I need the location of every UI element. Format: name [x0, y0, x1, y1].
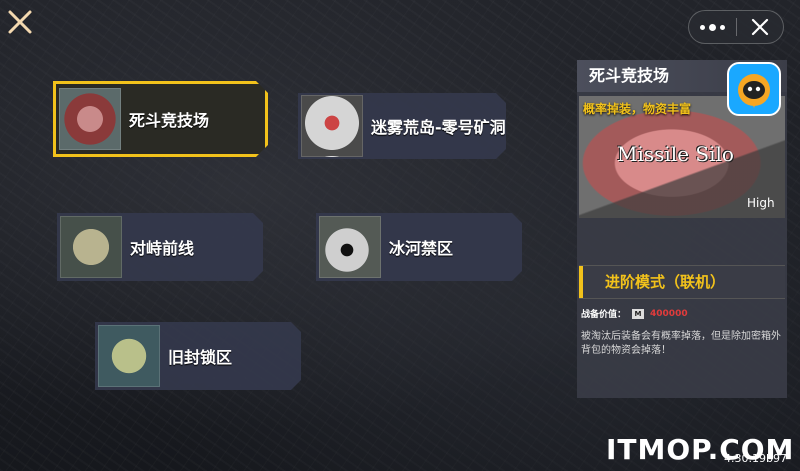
more-button[interactable]	[689, 11, 736, 43]
map-card-old-lockdown[interactable]: 旧封锁区	[95, 322, 301, 390]
map-thumbnail	[59, 88, 121, 150]
map-name: 迷雾荒岛-零号矿洞	[371, 118, 506, 137]
app-logo-icon	[727, 62, 781, 116]
currency-icon: M	[632, 308, 645, 319]
map-name: 冰河禁区	[389, 239, 454, 258]
map-card-foggy-island[interactable]: 迷雾荒岛-零号矿洞	[298, 93, 506, 159]
detail-description: 被淘汰后装备会有概率掉落，但是除加密箱外背包的物资会掉落！	[581, 331, 781, 356]
close-icon[interactable]	[6, 8, 34, 36]
map-card-glacier[interactable]: 冰河禁区	[316, 213, 522, 281]
capsule-close-button[interactable]	[736, 11, 783, 43]
map-thumbnail	[98, 325, 160, 387]
map-thumbnail	[319, 216, 381, 278]
value-label: 战备价值：	[581, 310, 627, 320]
more-icon	[699, 23, 725, 31]
map-name: 死斗竞技场	[129, 111, 210, 130]
capsule-menu	[688, 10, 784, 44]
mode-button[interactable]: 进阶模式（联机）	[579, 265, 785, 299]
map-card-arena[interactable]: 死斗竞技场	[53, 81, 268, 157]
map-name: 旧封锁区	[168, 348, 233, 367]
close-icon	[751, 18, 768, 36]
preview-secondary-label: High	[747, 196, 775, 210]
map-thumbnail	[301, 95, 363, 157]
preview-location-label: Missile Silo	[617, 142, 734, 166]
map-name: 对峙前线	[130, 239, 195, 258]
map-thumbnail	[60, 216, 122, 278]
value-row: 战备价值： M 400000	[581, 307, 688, 320]
map-card-frontline[interactable]: 对峙前线	[57, 213, 263, 281]
detail-subtitle: 概率掉装，物资丰富	[583, 102, 692, 116]
value-amount: 400000	[650, 308, 688, 319]
version-text: 4.30.19b97	[724, 452, 787, 465]
